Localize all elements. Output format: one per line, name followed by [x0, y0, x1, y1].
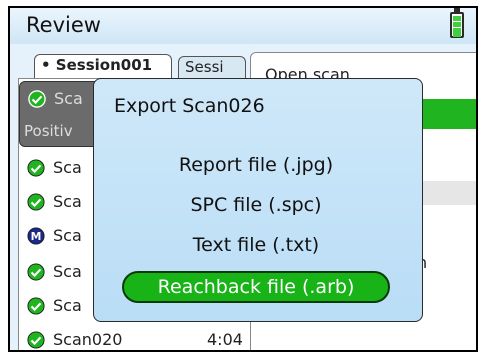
dialog-title: Export Scan026: [114, 95, 265, 117]
scan-name: Sca: [53, 262, 82, 281]
export-spc-option[interactable]: SPC file (.spc): [122, 189, 390, 221]
scan-result-text: Positiv: [24, 122, 73, 140]
export-dialog: Export Scan026 Report file (.jpg) SPC fi…: [93, 78, 423, 322]
check-circle-icon: [27, 331, 45, 349]
export-report-jpg-option[interactable]: Report file (.jpg): [122, 149, 390, 181]
scan-name: Sca: [53, 296, 82, 315]
check-circle-icon: [27, 263, 45, 281]
tab-session-2[interactable]: Sessi: [178, 56, 246, 78]
scan-name: Scan020: [53, 330, 123, 349]
export-text-option[interactable]: Text file (.txt): [122, 229, 390, 261]
scan-time: 4:04: [207, 330, 243, 349]
check-circle-icon: [27, 297, 45, 315]
svg-text:M: M: [31, 230, 42, 243]
device-screen: Review • Session001 Sessi Sca Positiv Sc…: [8, 6, 478, 352]
scan-name: Sca: [54, 89, 83, 108]
check-circle-icon: [27, 193, 45, 211]
scan-name: Sca: [53, 158, 82, 177]
scan-name: Sca: [53, 226, 82, 245]
check-circle-icon: [27, 159, 45, 177]
titlebar: Review: [10, 8, 476, 44]
m-circle-icon: M: [27, 227, 45, 245]
app-title: Review: [26, 13, 101, 37]
scan-row[interactable]: Scan020 4:04: [19, 323, 261, 350]
check-circle-icon: [28, 90, 46, 108]
export-reachback-option[interactable]: Reachback file (.arb): [122, 271, 390, 303]
scan-name: Sca: [53, 192, 82, 211]
battery-full-icon: [450, 8, 464, 38]
tab-session001[interactable]: • Session001: [34, 54, 172, 78]
